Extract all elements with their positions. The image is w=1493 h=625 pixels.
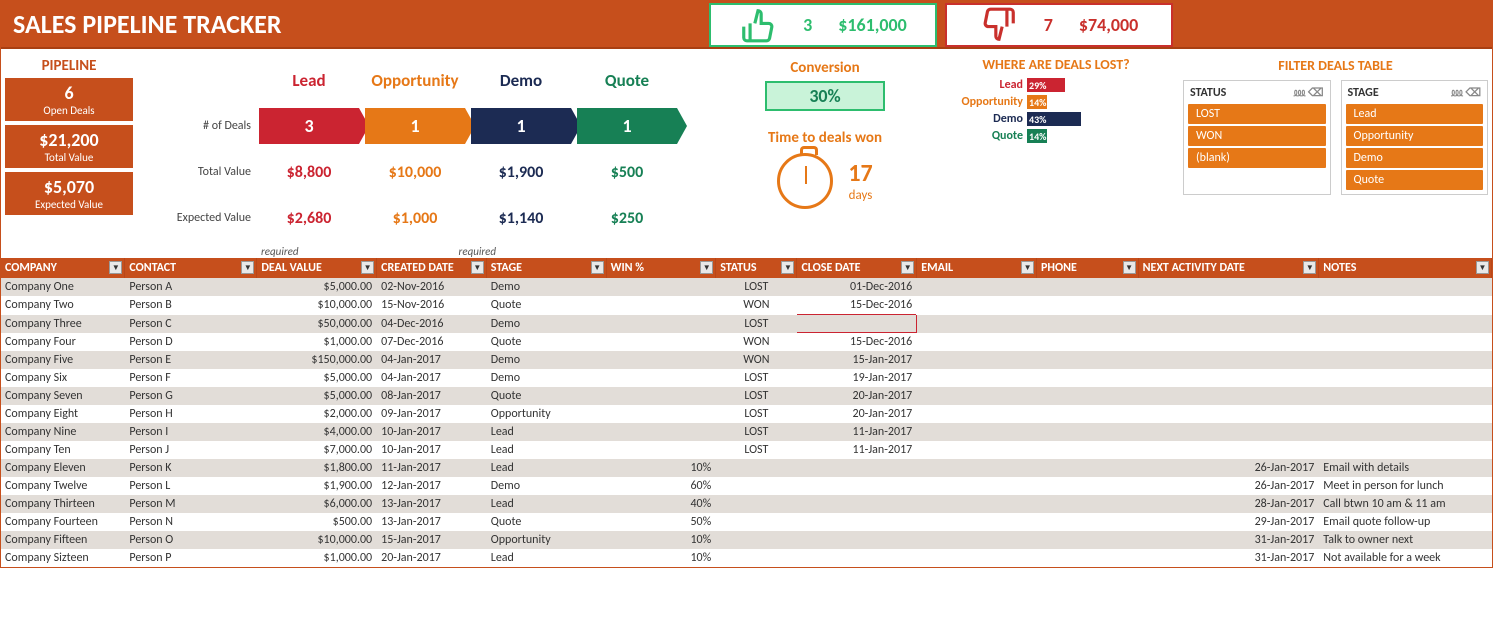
timewon-value: 17 xyxy=(848,159,872,188)
column-header[interactable]: DEAL VALUE▼ xyxy=(257,258,377,278)
filter-dropdown-icon[interactable]: ▼ xyxy=(781,261,794,274)
deals-lost-panel: WHERE ARE DEALS LOST? Lead29% Opportunity… xyxy=(941,57,1171,241)
deals-table[interactable]: COMPANY▼CONTACT▼DEAL VALUE▼CREATED DATE▼… xyxy=(1,258,1492,567)
timewon-label: Time to deals won xyxy=(715,129,935,147)
thumbs-up-icon xyxy=(739,6,777,44)
filter-dropdown-icon[interactable]: ▼ xyxy=(1021,261,1034,274)
filter-dropdown-icon[interactable]: ▼ xyxy=(1303,261,1316,274)
page-title: SALES PIPELINE TRACKER xyxy=(1,1,709,47)
column-header[interactable]: WIN %▼ xyxy=(606,258,716,278)
slicer-item[interactable]: Lead xyxy=(1346,104,1484,124)
row-label-total: Total Value xyxy=(139,165,259,179)
stage-header-demo: Demo xyxy=(471,70,571,91)
table-row[interactable]: Company OnePerson A$5,000.0002-Nov-2016D… xyxy=(1,278,1492,296)
table-row[interactable]: Company TenPerson J$7,000.0010-Jan-2017L… xyxy=(1,441,1492,459)
filter-dropdown-icon[interactable]: ▼ xyxy=(700,261,713,274)
table-row[interactable]: Company ElevenPerson K$1,800.0011-Jan-20… xyxy=(1,459,1492,477)
filter-panel: FILTER DEALS TABLE STATUS ⅏ ⌫ LOSTWON(bl… xyxy=(1177,57,1488,241)
filter-dropdown-icon[interactable]: ▼ xyxy=(1476,261,1489,274)
row-label-expected: Expected Value xyxy=(139,211,259,225)
table-row[interactable]: Company SixPerson F$5,000.0004-Jan-2017D… xyxy=(1,369,1492,387)
column-header[interactable]: NOTES▼ xyxy=(1319,258,1492,278)
pipeline-panel: PIPELINE 6 Open Deals $21,200 Total Valu… xyxy=(5,57,133,241)
slicer-item[interactable]: Opportunity xyxy=(1346,126,1484,146)
kpi-won: 3 $161,000 xyxy=(709,3,937,47)
table-row[interactable]: Company SizteenPerson P$1,000.0020-Jan-2… xyxy=(1,549,1492,567)
conversion-value: 30% xyxy=(765,81,885,111)
lost-amount: $74,000 xyxy=(1079,14,1138,36)
lost-bar-row: Quote14% xyxy=(941,129,1171,143)
column-header[interactable]: CREATED DATE▼ xyxy=(377,258,487,278)
slicer-item[interactable]: LOST xyxy=(1188,104,1326,124)
slicer-status[interactable]: STATUS ⅏ ⌫ LOSTWON(blank) xyxy=(1183,80,1331,195)
pipeline-header: PIPELINE xyxy=(5,57,133,75)
filter-dropdown-icon[interactable]: ▼ xyxy=(471,261,484,274)
slicer-item[interactable]: (blank) xyxy=(1188,148,1326,168)
thumbs-down-icon xyxy=(980,6,1018,44)
chevron-opportunity: 1 xyxy=(365,108,465,144)
conversion-label: Conversion xyxy=(715,59,935,77)
timewon-unit: days xyxy=(848,188,872,203)
filter-dropdown-icon[interactable]: ▼ xyxy=(361,261,374,274)
deals-lost-header: WHERE ARE DEALS LOST? xyxy=(941,57,1171,72)
chevron-lead: 3 xyxy=(259,108,359,144)
table-row[interactable]: Company NinePerson I$4,000.0010-Jan-2017… xyxy=(1,423,1492,441)
table-row[interactable]: Company SevenPerson G$5,000.0008-Jan-201… xyxy=(1,387,1492,405)
filter-dropdown-icon[interactable]: ▼ xyxy=(109,261,122,274)
filter-dropdown-icon[interactable]: ▼ xyxy=(901,261,914,274)
column-header[interactable]: PHONE▼ xyxy=(1037,258,1139,278)
slicer-item[interactable]: WON xyxy=(1188,126,1326,146)
table-row[interactable]: Company ThirteenPerson M$6,000.0013-Jan-… xyxy=(1,495,1492,513)
table-row[interactable]: Company EightPerson H$2,000.0009-Jan-201… xyxy=(1,405,1492,423)
lost-bar-row: Opportunity14% xyxy=(941,95,1171,109)
table-row[interactable]: Company FourteenPerson N$500.0013-Jan-20… xyxy=(1,513,1492,531)
open-deals-box: 6 Open Deals xyxy=(5,78,133,121)
won-amount: $161,000 xyxy=(838,14,907,36)
clear-filter-icon[interactable]: ⌫ xyxy=(1308,86,1324,99)
chevron-quote: 1 xyxy=(577,108,677,144)
stage-header-quote: Quote xyxy=(577,70,677,91)
filter-header: FILTER DEALS TABLE xyxy=(1183,57,1488,74)
column-header[interactable]: COMPANY▼ xyxy=(1,258,125,278)
table-row[interactable]: Company FourPerson D$1,000.0007-Dec-2016… xyxy=(1,333,1492,352)
multiselect-icon[interactable]: ⅏ xyxy=(1451,86,1462,99)
lost-count: 7 xyxy=(1044,14,1053,36)
table-row[interactable]: Company TwoPerson B$10,000.0015-Nov-2016… xyxy=(1,296,1492,315)
multiselect-icon[interactable]: ⅏ xyxy=(1294,86,1305,99)
stage-header-opportunity: Opportunity xyxy=(365,70,465,91)
column-header[interactable]: EMAIL▼ xyxy=(917,258,1037,278)
chevron-demo: 1 xyxy=(471,108,571,144)
stopwatch-icon xyxy=(777,153,833,209)
filter-dropdown-icon[interactable]: ▼ xyxy=(591,261,604,274)
filter-dropdown-icon[interactable]: ▼ xyxy=(241,261,254,274)
clear-filter-icon[interactable]: ⌫ xyxy=(1465,86,1481,99)
table-row[interactable]: Company FifteenPerson O$10,000.0015-Jan-… xyxy=(1,531,1492,549)
expected-value-box: $5,070 Expected Value xyxy=(5,172,133,215)
column-header[interactable]: CLOSE DATE▼ xyxy=(797,258,917,278)
table-row[interactable]: Company TwelvePerson L$1,900.0012-Jan-20… xyxy=(1,477,1492,495)
won-count: 3 xyxy=(803,14,812,36)
conversion-panel: Conversion 30% Time to deals won 17 days xyxy=(715,57,935,241)
slicer-stage-label: STAGE xyxy=(1348,86,1379,100)
lost-bar-row: Demo43% xyxy=(941,112,1171,126)
filter-dropdown-icon[interactable]: ▼ xyxy=(1123,261,1136,274)
slicer-stage[interactable]: STAGE ⅏ ⌫ LeadOpportunityDemoQuote xyxy=(1341,80,1489,195)
stage-header-lead: Lead xyxy=(259,70,359,91)
kpi-lost: 7 $74,000 xyxy=(945,3,1173,47)
table-row[interactable]: Company ThreePerson C$50,000.0004-Dec-20… xyxy=(1,315,1492,333)
slicer-item[interactable]: Quote xyxy=(1346,170,1484,190)
column-header[interactable]: STATUS▼ xyxy=(716,258,797,278)
column-header[interactable]: STAGE▼ xyxy=(486,258,606,278)
column-header[interactable]: NEXT ACTIVITY DATE▼ xyxy=(1138,258,1319,278)
table-row[interactable]: Company FivePerson E$150,000.0004-Jan-20… xyxy=(1,351,1492,369)
slicer-item[interactable]: Demo xyxy=(1346,148,1484,168)
stages-panel: Lead Opportunity Demo Quote # of Deals 3… xyxy=(139,57,709,241)
row-label-deals: # of Deals xyxy=(139,119,259,133)
slicer-status-label: STATUS xyxy=(1190,86,1226,100)
lost-bar-row: Lead29% xyxy=(941,78,1171,92)
total-value-box: $21,200 Total Value xyxy=(5,125,133,168)
column-header[interactable]: CONTACT▼ xyxy=(125,258,257,278)
header-bar: SALES PIPELINE TRACKER 3 $161,000 7 $74,… xyxy=(1,1,1492,49)
